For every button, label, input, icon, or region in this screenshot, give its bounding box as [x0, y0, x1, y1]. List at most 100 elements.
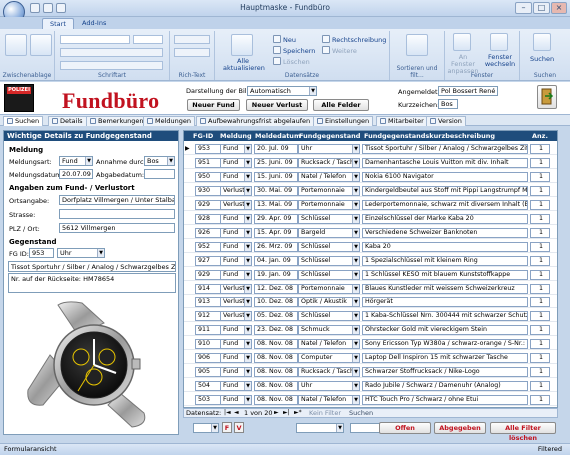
tab-start[interactable]: Start: [42, 18, 74, 29]
cell-fgid[interactable]: 929: [195, 199, 221, 210]
alignment-toolbar[interactable]: [60, 61, 163, 70]
maximize-icon[interactable]: □: [533, 2, 550, 14]
cell-anzahl[interactable]: 1: [530, 395, 550, 406]
filter-fund-button[interactable]: F: [222, 422, 232, 433]
filter-fgid-select[interactable]: ▼: [193, 423, 219, 433]
cell-beschreibung[interactable]: Tissot Sportuhr / Silber / Analog / Schw…: [362, 144, 528, 154]
cell-fgid[interactable]: 910: [195, 339, 221, 350]
save-record-button[interactable]: Speichern: [273, 46, 315, 55]
cell-anzahl[interactable]: 1: [530, 269, 550, 280]
cell-meldedatum[interactable]: 08. Nov. 08: [254, 381, 298, 392]
record-selector[interactable]: [185, 173, 191, 181]
clear-filters-button[interactable]: Alle Filter löschen: [490, 422, 556, 442]
cell-meldedatum[interactable]: 05. Dez. 08: [254, 311, 298, 322]
close-icon[interactable]: ×: [551, 2, 567, 14]
cell-meldedatum[interactable]: 04. Jan. 09: [254, 255, 298, 266]
cell-fgid[interactable]: 504: [195, 381, 221, 392]
table-row[interactable]: 503 Fund ▼ 08. Nov. 08 Natel / Telefon ▼ HTC T…: [184, 394, 557, 407]
record-selector[interactable]: [185, 285, 191, 293]
record-selector[interactable]: [185, 201, 191, 209]
nav-prev-icon[interactable]: ◄: [234, 409, 239, 417]
record-selector[interactable]: [185, 312, 191, 320]
more-button[interactable]: Weitere: [322, 46, 357, 55]
cell-beschreibung[interactable]: Nokia 6100 Navigator: [362, 171, 528, 182]
cell-beschreibung[interactable]: Rado Jubile / Schwarz / Damenuhr (Analog…: [362, 381, 528, 392]
abgabedatum-field[interactable]: [144, 169, 175, 179]
cell-anzahl[interactable]: 1: [530, 367, 550, 378]
cell-fgid[interactable]: 926: [195, 227, 221, 238]
indent-toolbar[interactable]: [174, 48, 210, 57]
cell-beschreibung[interactable]: Hörgerät: [362, 297, 528, 308]
filter-fundgegenstand-select[interactable]: ▼: [296, 423, 344, 433]
cell-meldung[interactable]: Fund ▼: [220, 381, 252, 392]
cell-meldung[interactable]: Fund ▼: [220, 171, 252, 182]
cell-meldung[interactable]: Fund ▼: [220, 353, 252, 364]
cell-meldung[interactable]: Verlust ▼: [220, 185, 252, 196]
cell-fundgegenstand[interactable]: Uhr ▼: [298, 381, 360, 392]
table-row[interactable]: 910 Fund ▼ 08. Nov. 08 Natel / Telefon ▼ Sony …: [184, 338, 557, 351]
table-row[interactable]: 911 Fund ▼ 23. Dez. 08 Schmuck ▼ Ohrstecker Go…: [184, 324, 557, 337]
cell-meldedatum[interactable]: 26. Mrz. 09: [254, 241, 298, 252]
new-record-button[interactable]: Neu: [273, 35, 296, 44]
cell-fundgegenstand[interactable]: Schlüssel ▼: [298, 241, 360, 252]
cell-anzahl[interactable]: 1: [530, 171, 550, 182]
font-name-input[interactable]: [60, 35, 130, 44]
cell-meldung[interactable]: Fund ▼: [220, 395, 252, 406]
table-row[interactable]: 929 Verlust ▼ 13. Mai. 09 Portemonnaie ▼ Leder…: [184, 199, 557, 211]
plz-field[interactable]: 5612 Villmergen: [59, 223, 175, 233]
bemerkung-field[interactable]: Nr. auf der Rückseite: HM78654: [8, 273, 176, 293]
table-row[interactable]: 929 Fund ▼ 19. Jan. 09 Schlüssel ▼ 1 Schlüssel…: [184, 269, 557, 281]
cell-anzahl[interactable]: 1: [530, 199, 550, 210]
redo-icon[interactable]: [56, 3, 66, 13]
cell-anzahl[interactable]: 1: [530, 283, 550, 294]
cell-fundgegenstand[interactable]: Portemonnaie ▼: [298, 199, 360, 210]
fgid-field[interactable]: 953: [29, 248, 54, 258]
record-selector[interactable]: [185, 368, 191, 376]
table-row[interactable]: 951 Fund ▼ 25. Juni. 09 Rucksack / Tasche ▼ Da…: [184, 157, 557, 169]
meldungsdatum-field[interactable]: 20.07.09: [59, 169, 93, 179]
table-row[interactable]: 906 Fund ▼ 08. Nov. 08 Computer ▼ Laptop Dell …: [184, 352, 557, 365]
list-toolbar[interactable]: [174, 35, 210, 44]
cell-beschreibung[interactable]: Kindergeldbeutel aus Stoff mit Pippi Lan…: [362, 185, 528, 196]
filter-verlust-button[interactable]: V: [234, 422, 244, 433]
cell-meldedatum[interactable]: 15. Juni. 09: [254, 171, 298, 182]
cell-fgid[interactable]: 929: [195, 269, 221, 280]
col-beschreibung[interactable]: Fundgegenstandskurzbeschreibung: [364, 131, 495, 141]
record-selector[interactable]: [185, 215, 191, 223]
cell-anzahl[interactable]: 1: [530, 157, 550, 168]
cell-fundgegenstand[interactable]: Schlüssel ▼: [298, 213, 360, 224]
view-icon[interactable]: [5, 34, 27, 56]
cell-fgid[interactable]: 905: [195, 367, 221, 378]
cell-meldedatum[interactable]: 08. Nov. 08: [254, 367, 298, 378]
cell-anzahl[interactable]: 1: [530, 144, 550, 154]
cell-beschreibung[interactable]: Laptop Dell Inspiron 15 mit schwarzer Ta…: [362, 353, 528, 364]
cell-beschreibung[interactable]: Ohrstecker Gold mit viereckigem Stein: [362, 325, 528, 336]
new-loss-button[interactable]: Neuer Verlust: [246, 99, 308, 111]
cell-meldung[interactable]: Fund ▼: [220, 213, 252, 224]
cell-fundgegenstand[interactable]: Rucksack / Tasche ▼: [298, 367, 360, 378]
cell-anzahl[interactable]: 1: [530, 255, 550, 266]
display-images-select[interactable]: Automatisch ▼: [247, 86, 317, 96]
cell-meldedatum[interactable]: 08. Nov. 08: [254, 395, 298, 406]
cell-fgid[interactable]: 503: [195, 395, 221, 406]
cell-fundgegenstand[interactable]: Natel / Telefon ▼: [298, 339, 360, 350]
cell-anzahl[interactable]: 1: [530, 185, 550, 196]
ortsangabe-field[interactable]: Dorfplatz Villmergen / Unter Stalbank: [59, 195, 175, 205]
spelling-button[interactable]: Rechtschreibung: [322, 35, 386, 44]
filter-status[interactable]: Kein Filter: [309, 409, 341, 417]
record-selector[interactable]: [185, 354, 191, 362]
cell-fgid[interactable]: 914: [195, 283, 221, 294]
table-row[interactable]: 930 Verlust ▼ 30. Mai. 09 Portemonnaie ▼ Kinde…: [184, 185, 557, 197]
cell-meldedatum[interactable]: 10. Dez. 08: [254, 297, 298, 308]
meldungsart-select[interactable]: Fund ▼: [59, 156, 93, 166]
switch-window-icon[interactable]: [490, 33, 508, 51]
filter-abgegeben-button[interactable]: Abgegeben: [434, 422, 486, 434]
table-row[interactable]: 928 Fund ▼ 29. Apr. 09 Schlüssel ▼ Einzelschlü…: [184, 213, 557, 225]
cell-meldedatum[interactable]: 29. Apr. 09: [254, 213, 298, 224]
cell-beschreibung[interactable]: Damenhantasche Louis Vuitton mit div. In…: [362, 157, 528, 168]
table-row[interactable]: 914 Verlust ▼ 12. Dez. 08 Portemonnaie ▼ Blaue…: [184, 283, 557, 295]
cell-beschreibung[interactable]: Einzelschlüssel der Marke Kaba 20: [362, 213, 528, 224]
find-icon[interactable]: [533, 33, 551, 51]
cell-fundgegenstand[interactable]: Natel / Telefon ▼: [298, 395, 360, 406]
col-fgid[interactable]: FG-ID: [193, 131, 213, 141]
